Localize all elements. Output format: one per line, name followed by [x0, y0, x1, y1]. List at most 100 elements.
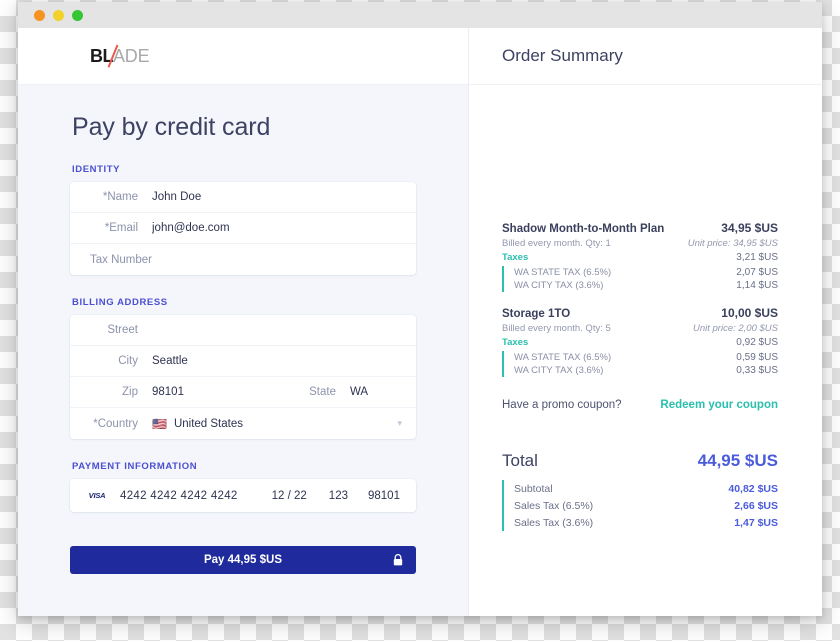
card-number-input[interactable]: 4242 4242 4242 4242 — [120, 490, 238, 502]
redeem-coupon-link[interactable]: Redeem your coupon — [660, 399, 778, 411]
field-label-city: City — [118, 355, 138, 367]
chevron-down-icon[interactable]: ▾ — [397, 419, 402, 428]
order-summary-panel: Order Summary Shadow Month-to-Month Plan… — [469, 28, 822, 616]
order-item-meta: Billed every month. Qty: 5 Unit price: 2… — [502, 320, 778, 334]
tax-value: 2,07 $US — [736, 267, 778, 278]
field-input-email[interactable]: john@doe.com — [152, 222, 402, 234]
order-total-label: Total — [502, 451, 538, 470]
section-label-payment-information: PAYMENT INFORMATION — [72, 461, 198, 472]
tax-value: 0,59 $US — [736, 352, 778, 363]
tax-name: WA CITY TAX (3.6%) — [514, 280, 604, 291]
page-viewport: BLADE Pay by credit card IDENTITY *Name … — [18, 28, 822, 616]
field-label-tax-number: Tax Number — [90, 253, 152, 266]
order-summary-title: Order Summary — [502, 46, 623, 65]
total-breakdown-value: 40,82 $US — [728, 482, 778, 495]
field-row-email[interactable]: *Email john@doe.com — [70, 213, 416, 244]
field-label-zip: Zip — [122, 386, 138, 398]
field-label-email: *Email — [104, 222, 138, 234]
field-label-name: *Name — [102, 191, 138, 203]
total-breakdown-name: Subtotal — [514, 482, 553, 495]
blade-logo: BLADE — [90, 44, 150, 68]
field-input-zip[interactable]: 98101 — [152, 386, 309, 398]
tax-name: WA STATE TAX (6.5%) — [514, 267, 612, 278]
field-select-country[interactable]: United States — [174, 418, 398, 430]
lock-icon — [393, 554, 403, 566]
checkout-body: Pay by credit card IDENTITY *Name John D… — [18, 85, 468, 616]
field-row-zip-state[interactable]: Zip 98101 State WA — [70, 377, 416, 408]
tax-value: 1,14 $US — [736, 280, 778, 291]
field-row-city[interactable]: City Seattle — [70, 346, 416, 377]
total-breakdown-row: Sales Tax (3.6%) 1,47 $US — [514, 514, 778, 531]
order-item-unit-price: Unit price: 34,95 $US — [687, 238, 778, 249]
total-breakdown-value: 2,66 $US — [734, 499, 778, 512]
order-item-tax-list: WA STATE TAX (6.5%) 2,07 $US WA CITY TAX… — [502, 266, 778, 292]
order-item-meta: Billed every month. Qty: 1 Unit price: 3… — [502, 235, 778, 249]
order-item-taxes-header: Taxes 3,21 $US — [502, 252, 778, 263]
order-item-name: Shadow Month-to-Month Plan — [502, 223, 665, 235]
checkout-panel: BLADE Pay by credit card IDENTITY *Name … — [18, 28, 469, 616]
field-label-street: Street — [107, 324, 138, 336]
order-total-block: Total 44,95 $US Subtotal 40,82 $US Sales… — [502, 451, 778, 531]
logo-text-secondary: ADE — [113, 46, 150, 66]
browser-window: BLADE Pay by credit card IDENTITY *Name … — [18, 2, 822, 616]
taxes-label: Taxes — [502, 252, 529, 263]
taxes-total: 0,92 $US — [736, 337, 778, 348]
card-details-row[interactable]: VISA 4242 4242 4242 4242 12 / 22 123 981… — [70, 479, 416, 512]
order-item: Storage 1TO 10,00 $US Billed every month… — [502, 306, 778, 377]
field-row-street[interactable]: Street — [70, 315, 416, 346]
order-item-taxes-header: Taxes 0,92 $US — [502, 337, 778, 348]
pay-button[interactable]: Pay 44,95 $US — [70, 546, 416, 574]
window-minimize-button[interactable] — [53, 9, 64, 21]
total-breakdown-name: Sales Tax (6.5%) — [514, 499, 594, 512]
card-cvc-input[interactable]: 123 — [329, 490, 348, 502]
order-total-value: 44,95 $US — [697, 451, 778, 470]
order-total-breakdown: Subtotal 40,82 $US Sales Tax (6.5%) 2,66… — [502, 480, 778, 531]
tax-row: WA CITY TAX (3.6%) 0,33 $US — [514, 364, 778, 377]
window-close-button[interactable] — [34, 9, 45, 21]
taxes-label: Taxes — [502, 337, 529, 348]
tax-name: WA STATE TAX (6.5%) — [514, 352, 612, 363]
section-label-billing-address: BILLING ADDRESS — [72, 297, 168, 308]
window-maximize-button[interactable] — [72, 9, 83, 21]
order-item-name: Storage 1TO — [502, 308, 571, 320]
total-breakdown-row: Sales Tax (6.5%) 2,66 $US — [514, 497, 778, 514]
total-breakdown-row: Subtotal 40,82 $US — [514, 480, 778, 497]
billing-address-card: Street City Seattle Zip 98101 State WA *… — [70, 315, 416, 439]
us-flag-icon: 🇺🇸 — [152, 416, 167, 431]
order-item-tax-list: WA STATE TAX (6.5%) 0,59 $US WA CITY TAX… — [502, 351, 778, 377]
card-expiry-input[interactable]: 12 / 22 — [272, 490, 307, 502]
visa-icon: VISA — [84, 490, 110, 501]
section-label-identity: IDENTITY — [72, 164, 121, 175]
pay-button-label: Pay 44,95 $US — [203, 554, 282, 566]
identity-card: *Name John Doe *Email john@doe.com Tax N… — [70, 182, 416, 275]
tax-row: WA STATE TAX (6.5%) 0,59 $US — [514, 351, 778, 364]
order-item-billing-note: Billed every month. Qty: 5 — [502, 323, 611, 334]
order-item-header: Shadow Month-to-Month Plan 34,95 $US — [502, 221, 778, 235]
payment-information-card: VISA 4242 4242 4242 4242 12 / 22 123 981… — [70, 479, 416, 512]
order-item-billing-note: Billed every month. Qty: 1 — [502, 238, 611, 249]
card-zip-input[interactable]: 98101 — [368, 490, 400, 502]
order-item-price: 10,00 $US — [721, 306, 778, 320]
order-total-row: Total 44,95 $US — [502, 451, 778, 471]
order-item-header: Storage 1TO 10,00 $US — [502, 306, 778, 320]
promo-coupon-row: Have a promo coupon? Redeem your coupon — [502, 399, 778, 411]
field-input-name[interactable]: John Doe — [152, 191, 402, 203]
tax-row: WA STATE TAX (6.5%) 2,07 $US — [514, 266, 778, 279]
order-summary-body: Shadow Month-to-Month Plan 34,95 $US Bil… — [469, 85, 822, 616]
field-label-country: *Country — [93, 417, 138, 430]
order-summary-header: Order Summary — [469, 28, 822, 85]
order-items-list: Shadow Month-to-Month Plan 34,95 $US Bil… — [502, 85, 778, 377]
field-row-name[interactable]: *Name John Doe — [70, 182, 416, 213]
total-breakdown-value: 1,47 $US — [734, 516, 778, 529]
order-item-price: 34,95 $US — [721, 221, 778, 235]
taxes-total: 3,21 $US — [736, 252, 778, 263]
field-row-country[interactable]: *Country 🇺🇸 United States ▾ — [70, 408, 416, 439]
checkout-header: BLADE — [18, 28, 468, 85]
field-row-tax-number[interactable]: Tax Number — [70, 244, 416, 275]
field-input-city[interactable]: Seattle — [152, 355, 402, 367]
tax-name: WA CITY TAX (3.6%) — [514, 365, 604, 376]
field-input-state[interactable]: WA — [350, 386, 402, 398]
order-item: Shadow Month-to-Month Plan 34,95 $US Bil… — [502, 221, 778, 292]
field-label-state: State — [309, 386, 336, 398]
tax-value: 0,33 $US — [736, 365, 778, 376]
